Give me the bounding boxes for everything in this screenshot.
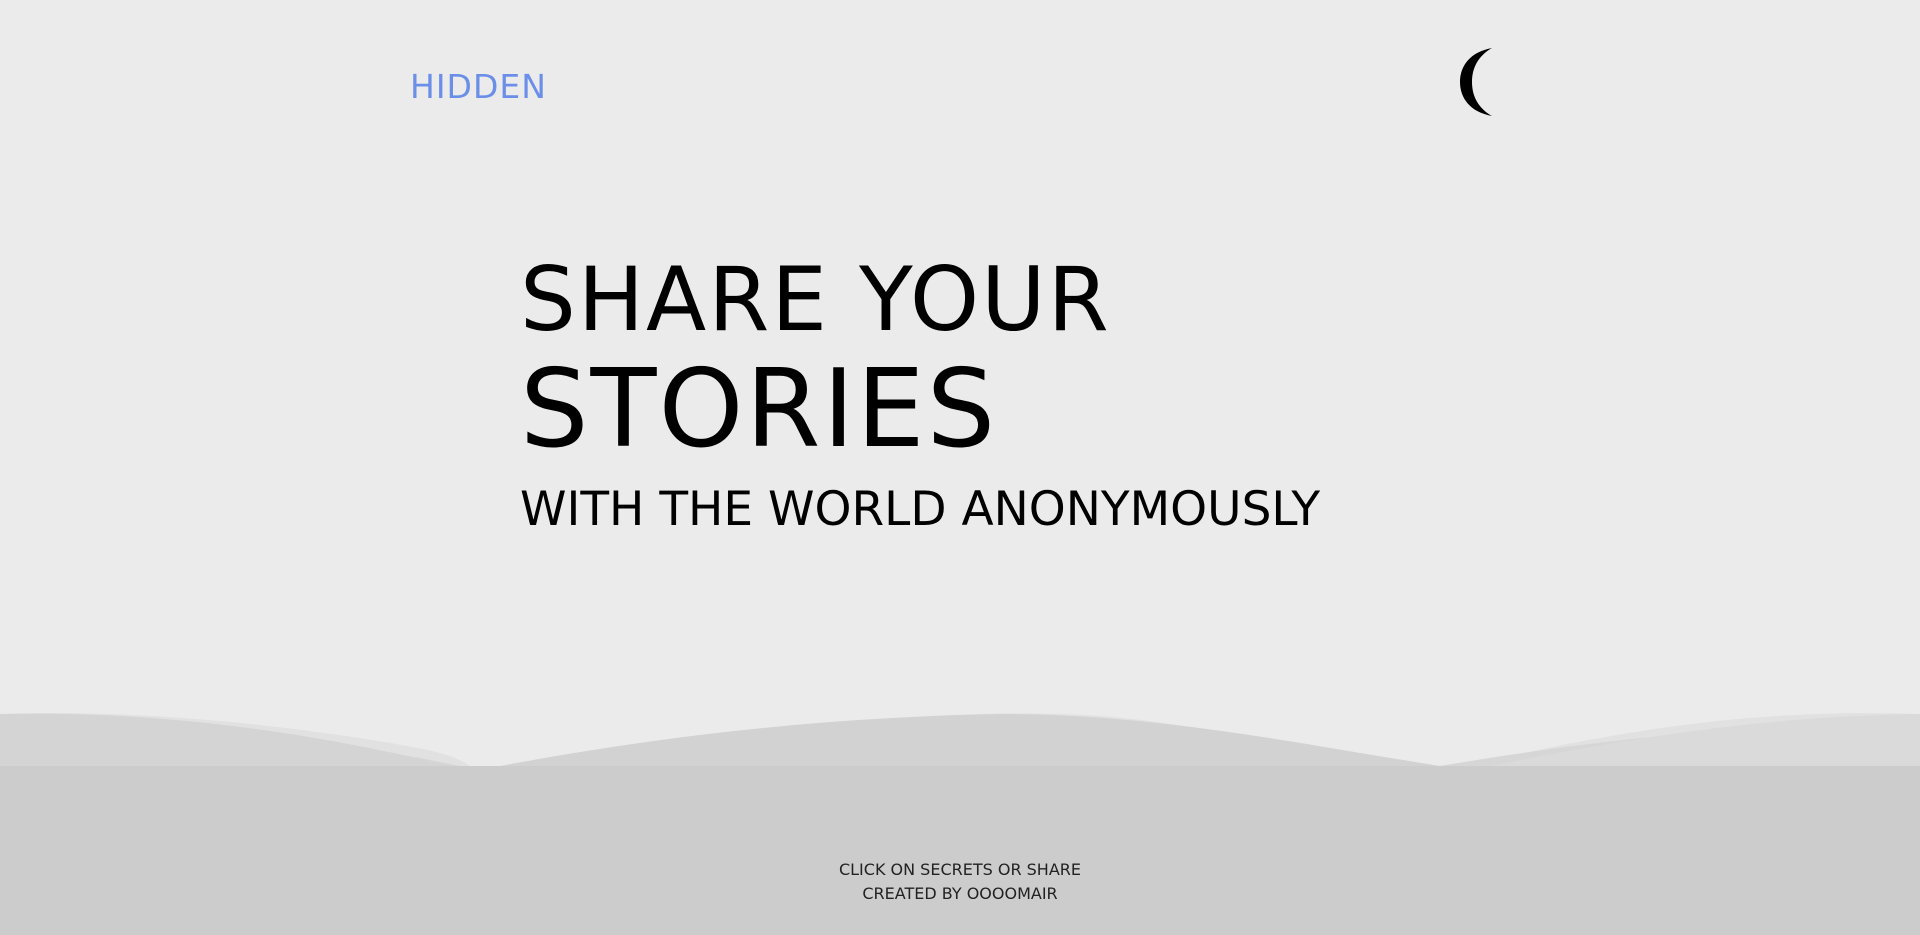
footer: CLICK ON SECRETS OR SHARE CREATED BY OOO… — [0, 766, 1920, 935]
crescent-moon-icon — [1460, 48, 1492, 116]
hero-heading-line2: STORIES — [520, 347, 998, 472]
footer-credits: CREATED BY OOOOMAIR — [862, 884, 1058, 903]
wave-divider — [0, 713, 1920, 770]
hero-section: SHARE YOUR STORIES WITH THE WORLD ANONYM… — [520, 248, 1321, 537]
hero-subtitle: WITH THE WORLD ANONYMOUSLY — [520, 482, 1321, 537]
hero-heading-line1: SHARE YOUR — [520, 248, 1111, 351]
footer-instructions[interactable]: CLICK ON SECRETS OR SHARE — [0, 862, 1920, 878]
theme-toggle-button[interactable] — [1456, 44, 1496, 120]
logo-link[interactable]: HIDDEN — [410, 70, 547, 103]
